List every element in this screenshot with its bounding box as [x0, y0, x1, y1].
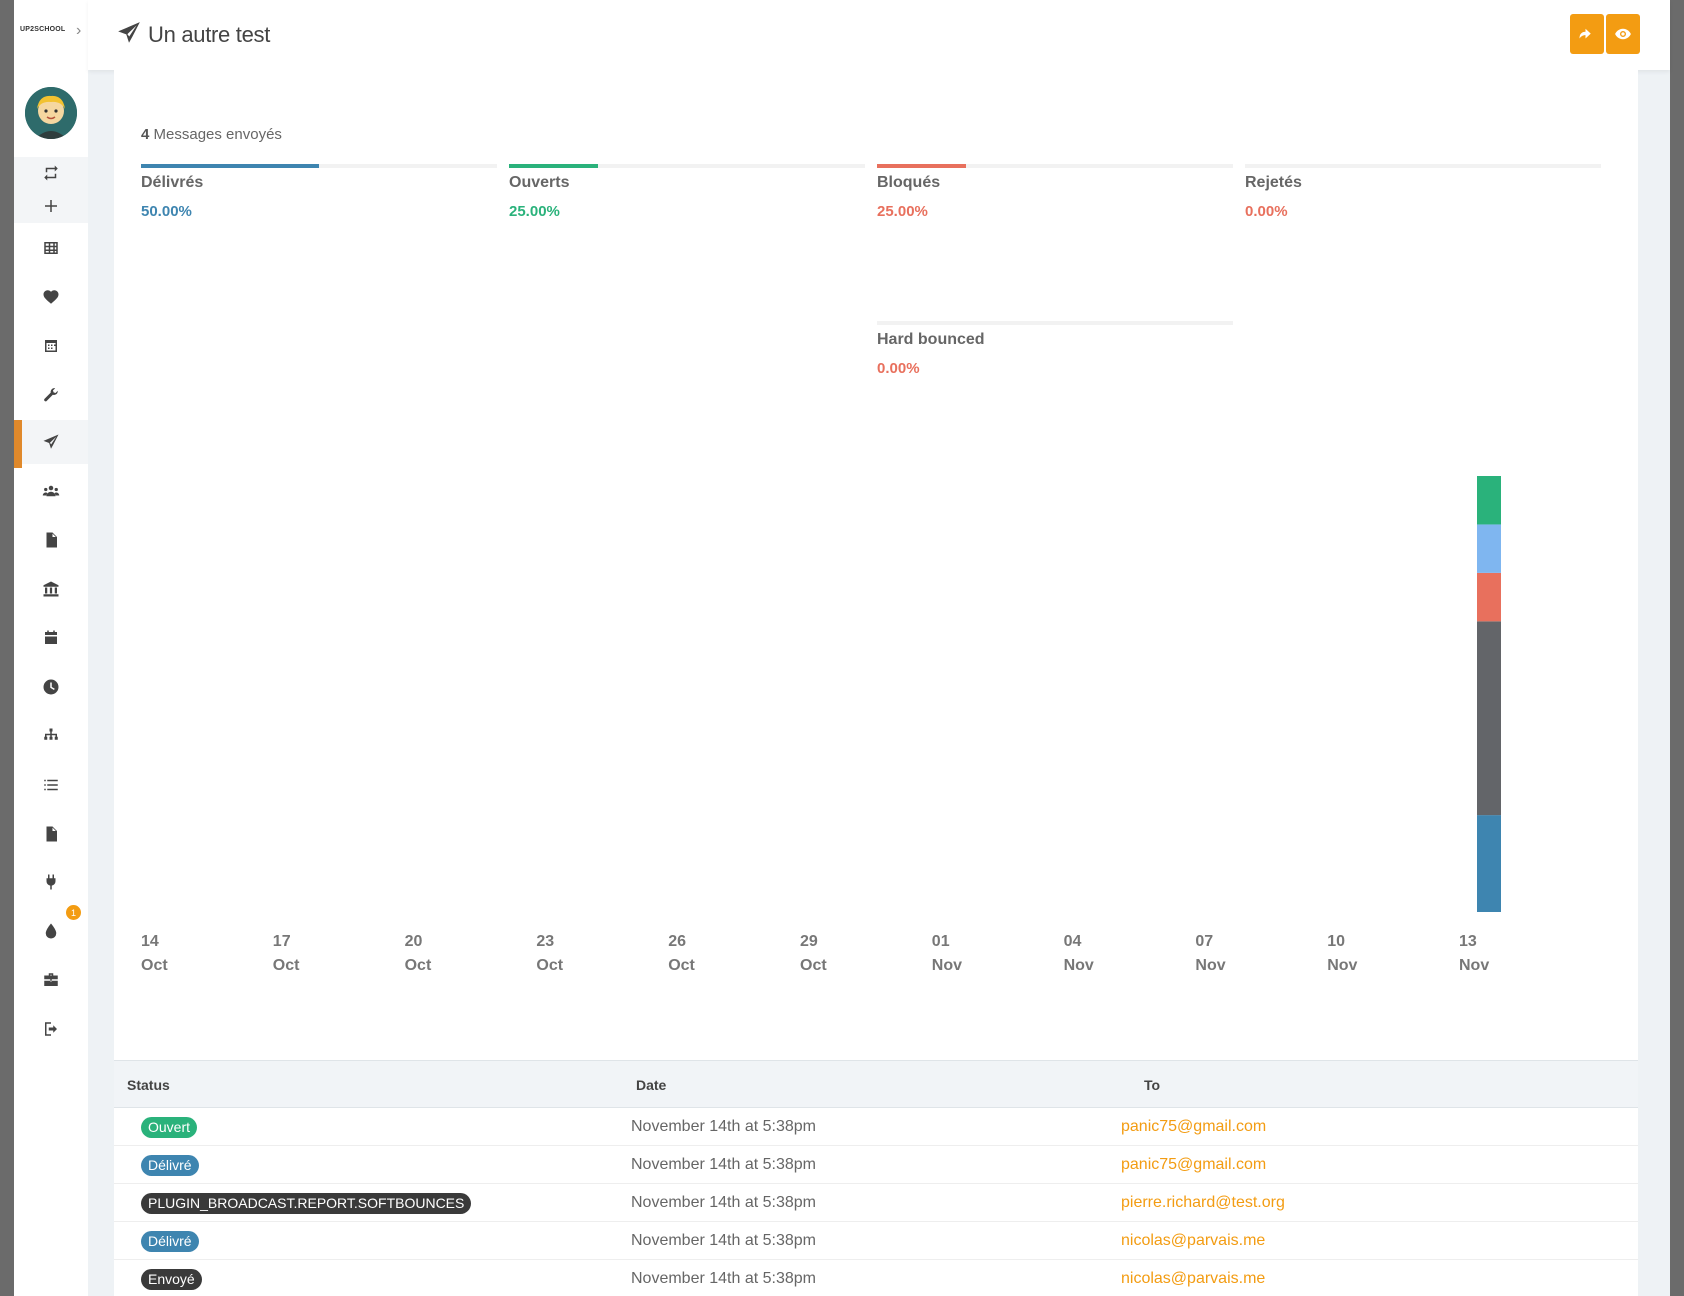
- nav-tools[interactable]: [14, 373, 88, 417]
- nav-plugins[interactable]: [14, 860, 88, 904]
- date-cell: November 14th at 5:38pm: [631, 1232, 816, 1249]
- status-badge: Ouvert: [141, 1117, 198, 1138]
- window-frame-left: [0, 0, 14, 1296]
- wrench-icon: [44, 388, 58, 402]
- table-row[interactable]: PLUGIN_BROADCAST.REPORT.SOFTBOUNCES Nove…: [114, 1184, 1638, 1222]
- x-tick-label: 20 Oct: [404, 933, 432, 974]
- date-cell: November 14th at 5:38pm: [631, 1156, 816, 1173]
- x-tick-label: 13 Nov: [1459, 933, 1490, 974]
- recipient-link[interactable]: panic75@gmail.com: [1121, 1118, 1266, 1136]
- column-header-status[interactable]: Status: [127, 1077, 170, 1093]
- users-icon: [42, 485, 60, 497]
- calendar-grid-icon: [45, 340, 57, 352]
- nav-institution[interactable]: [14, 567, 88, 611]
- window-frame-right: [1670, 0, 1684, 1296]
- nav-history[interactable]: [14, 665, 88, 709]
- messages-table: Status Date To Ouvert November 14th at 5…: [114, 1060, 1638, 1296]
- briefcase-icon: [44, 973, 58, 986]
- paper-plane-icon: [118, 22, 140, 43]
- file-icon: [46, 532, 57, 548]
- x-tick-label: 14 Oct: [141, 933, 168, 974]
- recipient-link[interactable]: panic75@gmail.com: [1121, 1156, 1266, 1174]
- table-header: Status Date To: [114, 1060, 1638, 1108]
- bank-icon: [43, 581, 59, 597]
- avatar[interactable]: [25, 87, 77, 139]
- sign-out-icon: [45, 1022, 57, 1036]
- report-card: 4 Messages envoyés Délivrés 50.00% Ouver…: [114, 70, 1638, 1060]
- nav-calendar-grid[interactable]: [14, 324, 88, 368]
- drop-icon: [45, 923, 57, 939]
- nav-jobs[interactable]: [14, 958, 88, 1002]
- x-tick-label: 04 Nov: [1063, 933, 1094, 974]
- eye-icon: [1615, 28, 1631, 40]
- list-icon: [44, 779, 58, 791]
- preview-button[interactable]: [1606, 14, 1640, 54]
- nav-logout[interactable]: [14, 1007, 88, 1051]
- recipient-link[interactable]: pierre.richard@test.org: [1121, 1194, 1285, 1212]
- app-logo[interactable]: UP2SCHOOL: [20, 26, 78, 40]
- nav-dashboard[interactable]: [14, 226, 88, 270]
- x-tick-label: 23 Oct: [536, 933, 564, 974]
- date-cell: November 14th at 5:38pm: [631, 1270, 816, 1287]
- chart-bar-segment[interactable]: [1477, 524, 1501, 573]
- nav-reports[interactable]: [14, 812, 88, 856]
- page-title: Un autre test: [148, 22, 271, 47]
- x-tick-label: 10 Nov: [1327, 933, 1358, 974]
- recipient-link[interactable]: nicolas@parvais.me: [1121, 1232, 1265, 1250]
- retweet-icon: [44, 165, 58, 181]
- table-row[interactable]: Délivré November 14th at 5:38pm nicolas@…: [114, 1222, 1638, 1260]
- nav-hierarchy[interactable]: [14, 714, 88, 758]
- status-badge: Envoyé: [141, 1269, 202, 1290]
- x-tick-label: 26 Oct: [668, 933, 695, 974]
- reply-icon: [1579, 28, 1591, 39]
- calendar-icon: [45, 630, 57, 644]
- x-tick-label: 01 Nov: [931, 933, 963, 974]
- x-tick-label: 29 Oct: [800, 933, 827, 974]
- chevron-right-icon[interactable]: ›: [76, 22, 81, 40]
- nav-calendar[interactable]: [14, 616, 88, 660]
- nav-users[interactable]: [14, 469, 88, 513]
- x-tick-label: 17 Oct: [272, 933, 300, 974]
- table-icon: [44, 242, 58, 254]
- daily-report-chart: [1477, 476, 1501, 912]
- status-badge: Délivré: [141, 1155, 199, 1176]
- chart-bar-segment[interactable]: [1477, 621, 1501, 816]
- page-header: Un autre test: [88, 0, 1670, 70]
- nav-list[interactable]: [14, 763, 88, 807]
- table-row[interactable]: Envoyé November 14th at 5:38pm nicolas@p…: [114, 1260, 1638, 1296]
- column-header-to[interactable]: To: [1144, 1077, 1160, 1093]
- date-cell: November 14th at 5:38pm: [631, 1118, 816, 1135]
- x-tick-label: 07 Nov: [1195, 933, 1226, 974]
- nav-favorites[interactable]: [14, 275, 88, 319]
- sidebar: UP2SCHOOL › 1: [14, 0, 88, 1296]
- recipient-link[interactable]: nicolas@parvais.me: [1121, 1270, 1265, 1288]
- date-cell: November 14th at 5:38pm: [631, 1194, 816, 1211]
- file-text-icon: [46, 826, 57, 842]
- heart-icon: [43, 290, 59, 304]
- chart-bar-segment[interactable]: [1477, 476, 1501, 525]
- table-row[interactable]: Ouvert November 14th at 5:38pm panic75@g…: [114, 1108, 1638, 1146]
- back-button[interactable]: [1570, 14, 1604, 54]
- plus-icon: [45, 200, 57, 212]
- nav-documents[interactable]: [14, 518, 88, 562]
- table-row[interactable]: Délivré November 14th at 5:38pm panic75@…: [114, 1146, 1638, 1184]
- column-header-date[interactable]: Date: [636, 1077, 666, 1093]
- nav-theme[interactable]: 1: [14, 905, 88, 953]
- paper-plane-icon: [43, 434, 59, 449]
- status-badge: PLUGIN_BROADCAST.REPORT.SOFTBOUNCES: [141, 1193, 472, 1214]
- nav-add[interactable]: [14, 184, 88, 228]
- chart-bar-segment[interactable]: [1477, 815, 1501, 912]
- clock-icon: [43, 679, 59, 695]
- sitemap-icon: [44, 728, 58, 740]
- plug-icon: [46, 874, 56, 890]
- chart-bar-segment[interactable]: [1477, 572, 1501, 622]
- nav-broadcast[interactable]: [14, 420, 88, 468]
- notification-badge: 1: [66, 905, 81, 920]
- status-badge: Délivré: [141, 1231, 199, 1252]
